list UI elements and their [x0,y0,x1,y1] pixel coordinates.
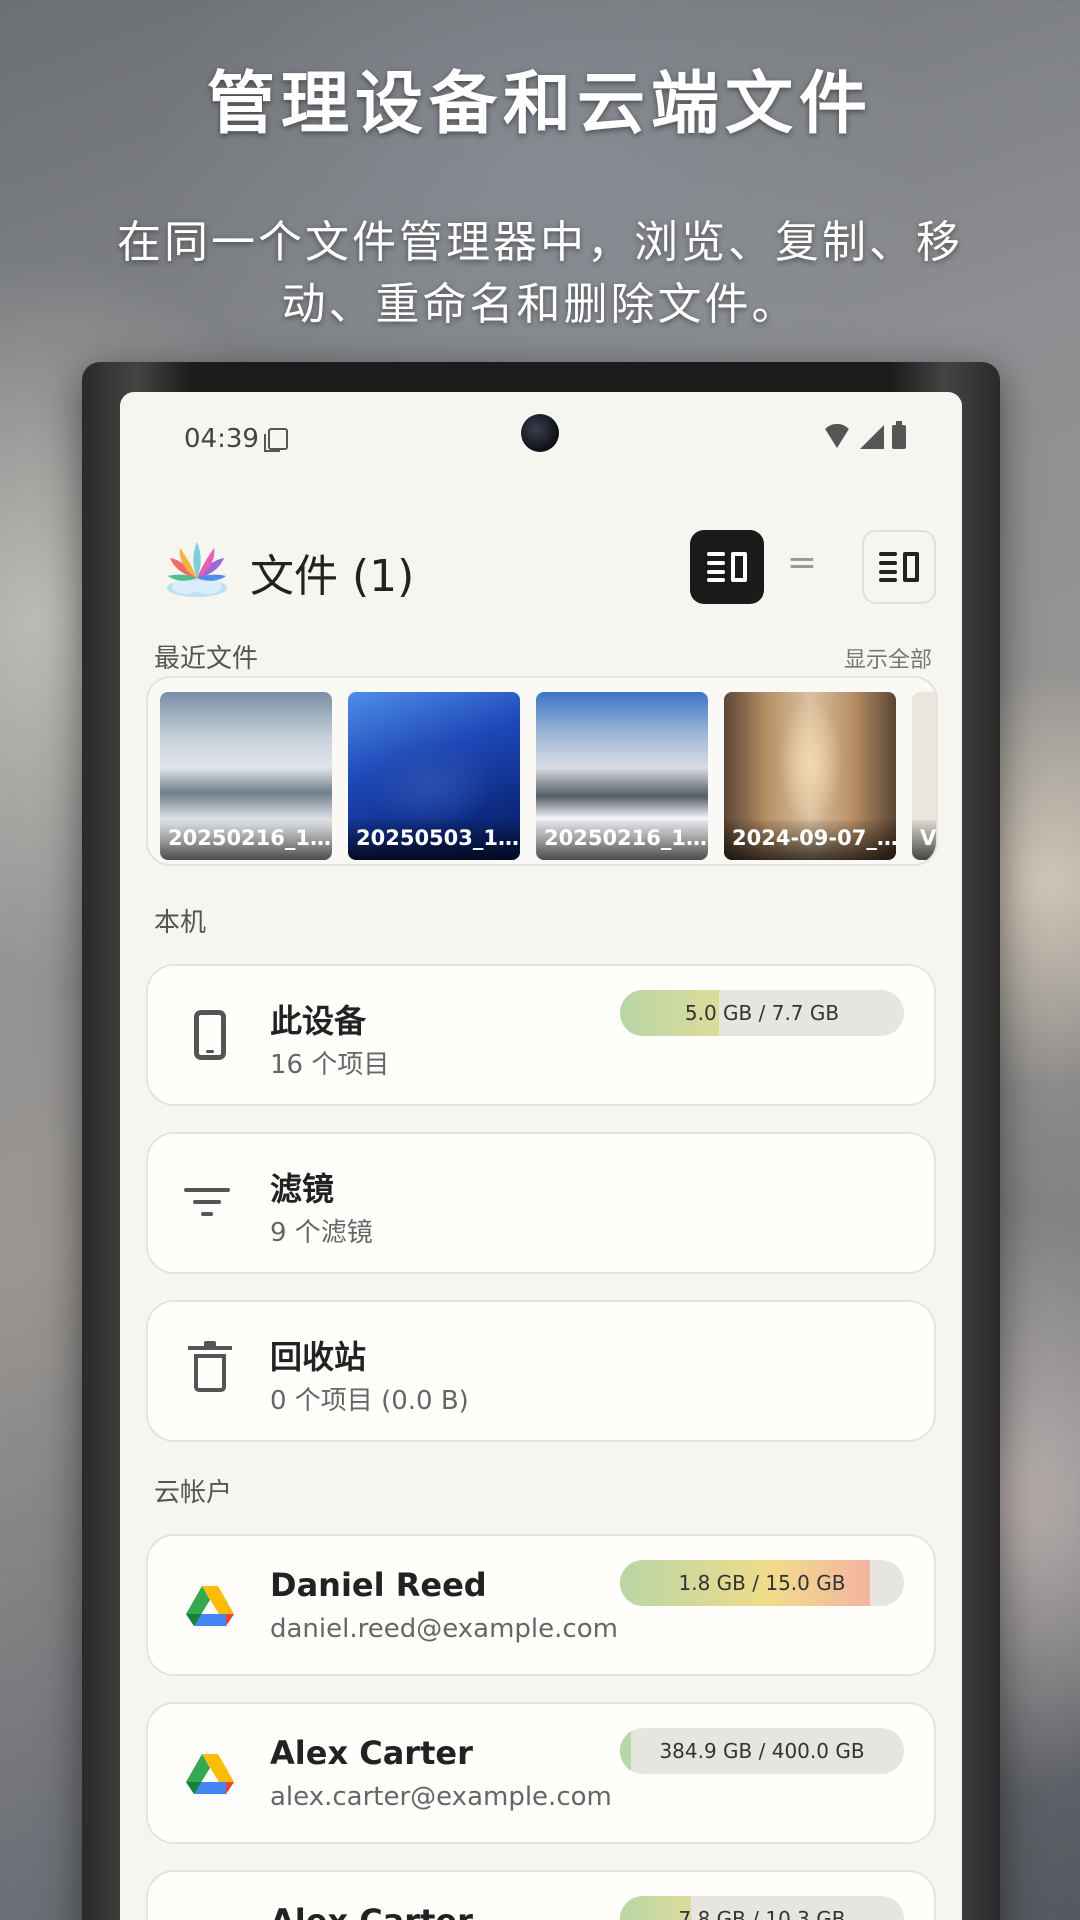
wifi-icon [822,424,852,450]
device-subtitle: 16 个项目 [270,1050,390,1080]
trash-card[interactable]: 回收站 0 个项目 (0.0 B) [146,1300,936,1442]
google-drive-icon [184,1916,236,1920]
storage-text: 384.9 GB / 400.0 GB [659,1739,865,1763]
device-title: 此设备 [270,1002,367,1040]
list-view-icon [707,552,747,582]
signal-icon [860,425,884,449]
phone-icon [184,1010,236,1062]
thumbnail-caption: 20250216_1… [160,820,332,860]
show-all-link[interactable]: 显示全部 [844,642,932,674]
front-camera [521,414,559,452]
trash-subtitle: 0 个项目 (0.0 B) [270,1386,469,1416]
recent-thumbnail[interactable]: 20250503_1… [348,692,520,860]
recent-thumbnail[interactable]: 2024-09-07_… [724,692,896,860]
storage-bar: 1.8 GB / 15.0 GB [620,1560,904,1606]
filters-subtitle: 9 个滤镜 [270,1218,373,1248]
app-logo-icon [167,542,227,597]
recent-files-label: 最近文件 [154,644,259,674]
filters-title: 滤镜 [270,1170,335,1208]
google-drive-icon [186,1754,234,1794]
cloud-account-card[interactable]: Daniel Reed daniel.reed@example.com 1.8 … [146,1534,936,1676]
trash-icon [184,1341,236,1398]
notification-icon [264,428,288,452]
promo-subtitle: 在同一个文件管理器中，浏览、复制、移动、重命名和删除文件。 [117,217,963,330]
app-header: 文件 (1) = [150,530,936,610]
account-email: daniel.reed@example.com [270,1614,618,1644]
view-separator: = [786,542,818,583]
app-screen: 04:39 文件 (1) = 最近文件 显示全部 20250216_1… 202… [120,392,962,1920]
cloud-account-card[interactable]: Alex Carter alex.carter@example.com 384.… [146,1702,936,1844]
local-section-label: 本机 [154,908,207,938]
account-name: Daniel Reed [270,1566,487,1604]
status-bar: 04:39 [120,392,962,492]
recent-thumbnail[interactable]: V [912,692,936,860]
storage-text: 5.0 GB / 7.7 GB [684,1001,840,1025]
page-title: 文件 (1) [250,551,415,602]
detail-view-icon [879,552,919,582]
recent-files-strip[interactable]: 20250216_1… 20250503_1… 20250216_1… 2024… [146,676,938,866]
promo-title: 管理设备和云端文件 [206,65,873,144]
thumbnail-caption: 20250503_1… [348,820,520,860]
account-name: Alex Carter [270,1734,473,1772]
storage-bar: 7.8 GB / 10.3 GB [620,1896,904,1920]
thumbnail-caption: 20250216_1… [536,820,708,860]
battery-icon [892,421,906,449]
thumbnail-caption: 2024-09-07_… [724,820,896,860]
storage-bar: 384.9 GB / 400.0 GB [620,1728,904,1774]
device-storage-card[interactable]: 此设备 16 个项目 5.0 GB / 7.7 GB [146,964,936,1106]
storage-bar: 5.0 GB / 7.7 GB [620,990,904,1036]
status-icons [822,421,906,450]
account-email: alex.carter@example.com [270,1782,612,1812]
storage-text: 1.8 GB / 15.0 GB [678,1571,846,1595]
filters-card[interactable]: 滤镜 9 个滤镜 [146,1132,936,1274]
recent-thumbnail[interactable]: 20250216_1… [160,692,332,860]
recent-thumbnail[interactable]: 20250216_1… [536,692,708,860]
storage-text: 7.8 GB / 10.3 GB [678,1907,846,1920]
status-time: 04:39 [184,424,259,454]
thumbnail-caption: V [912,820,936,860]
cloud-section-label: 云帐户 [154,1478,233,1508]
list-view-button[interactable] [690,530,764,604]
detail-view-button[interactable] [862,530,936,604]
google-drive-icon [186,1586,234,1626]
filter-icon [184,1178,236,1230]
account-name: Alex Carter [270,1902,473,1920]
trash-title: 回收站 [270,1338,367,1376]
cloud-account-card[interactable]: Alex Carter 7.8 GB / 10.3 GB [146,1870,936,1920]
